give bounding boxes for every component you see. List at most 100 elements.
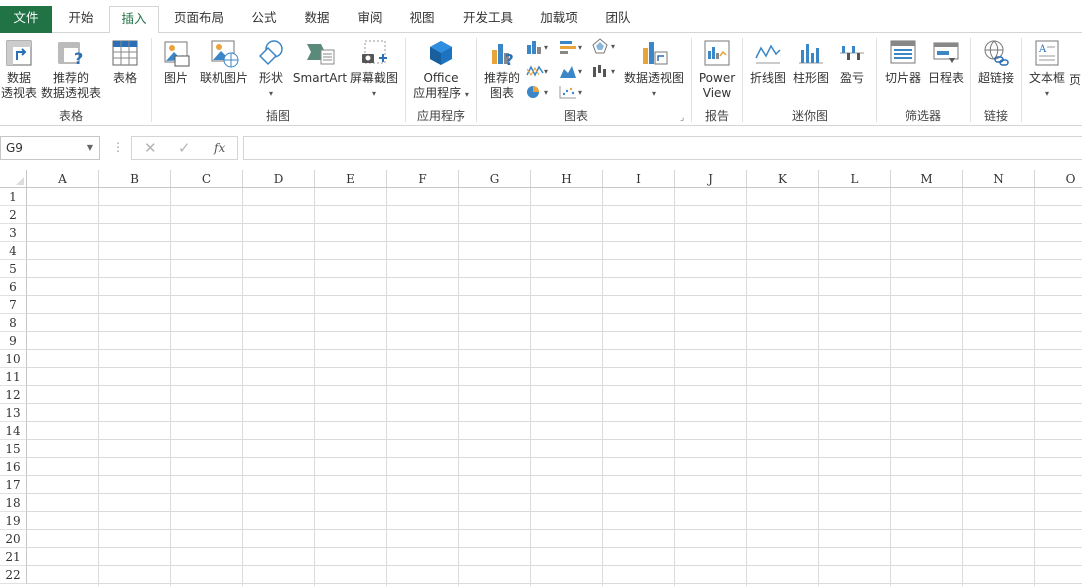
row-header[interactable]: 21 <box>0 548 27 566</box>
row-header[interactable]: 15 <box>0 440 27 458</box>
group-label-sparklines: 迷你图 <box>791 109 828 123</box>
recommended-charts-button[interactable]: ? 推荐的 图表 <box>481 38 523 101</box>
recommended-pivot-button[interactable]: ? 推荐的 数据透视表 <box>40 38 102 101</box>
area-chart-icon[interactable]: ▾ <box>558 63 586 79</box>
shapes-button[interactable]: 形状 ▾ <box>253 38 289 101</box>
row-header[interactable]: 12 <box>0 386 27 404</box>
slicer-button[interactable]: 切片器 <box>881 38 925 86</box>
chevron-down-icon: ▾ <box>268 89 273 98</box>
tab-formulas[interactable]: 公式 <box>240 6 288 33</box>
row-header[interactable]: 22 <box>0 566 27 584</box>
sparkline-column-icon <box>799 44 823 64</box>
radar-chart-icon[interactable]: ▾ <box>591 37 619 55</box>
row-header[interactable]: 17 <box>0 476 27 494</box>
group-divider <box>476 38 477 122</box>
screenshot-button[interactable]: 屏幕截图 ▾ <box>349 38 399 101</box>
insert-function-icon[interactable]: fx <box>214 141 225 155</box>
worksheet-grid: ABCDEFGHIJKLMNO 1 2 3 4 5 6 7 8 9 10 11 12 13 14 15 16 1… <box>0 170 1082 586</box>
hyperlink-button[interactable]: 超链接 <box>974 38 1018 86</box>
column-chart-icon[interactable]: ▾ <box>525 39 551 55</box>
more-icon[interactable]: ⋮ <box>112 140 124 154</box>
column-header[interactable]: F <box>387 170 459 188</box>
tab-review[interactable]: 审阅 <box>346 6 394 33</box>
cell-area[interactable] <box>27 188 1082 586</box>
online-picture-button[interactable]: 联机图片 <box>197 38 251 86</box>
table-icon <box>112 40 138 66</box>
formula-buttons: ✕ ✓ fx <box>131 136 238 160</box>
column-header[interactable]: A <box>27 170 99 188</box>
pivot-table-button[interactable]: 数据 透视表 <box>0 38 38 101</box>
svg-text:A: A <box>1038 44 1047 55</box>
power-view-button[interactable]: Power View <box>695 38 739 101</box>
row-header[interactable]: 4 <box>0 242 27 260</box>
tab-data[interactable]: 数据 <box>293 6 341 33</box>
tab-team[interactable]: 团队 <box>596 6 640 33</box>
row-header[interactable]: 6 <box>0 278 27 296</box>
row-header[interactable]: 18 <box>0 494 27 512</box>
tab-developer[interactable]: 开发工具 <box>455 6 521 33</box>
column-header[interactable]: H <box>531 170 603 188</box>
tab-view[interactable]: 视图 <box>398 6 446 33</box>
column-header[interactable]: L <box>819 170 891 188</box>
tab-page-layout[interactable]: 页面布局 <box>166 6 232 33</box>
smartart-button[interactable]: SmartArt <box>292 38 348 86</box>
table-button[interactable]: 表格 <box>106 38 144 86</box>
row-header[interactable]: 13 <box>0 404 27 422</box>
sparkline-winloss-button[interactable]: 盈亏 <box>834 38 870 86</box>
scatter-chart-icon[interactable]: ▾ <box>558 84 586 100</box>
timeline-icon <box>933 42 959 63</box>
column-header[interactable]: D <box>243 170 315 188</box>
row-header[interactable]: 2 <box>0 206 27 224</box>
sparkline-line-button[interactable]: 折线图 <box>747 38 789 86</box>
column-header[interactable]: E <box>315 170 387 188</box>
row-header[interactable]: 9 <box>0 332 27 350</box>
row-header[interactable]: 11 <box>0 368 27 386</box>
column-header[interactable]: B <box>99 170 171 188</box>
row-header[interactable]: 5 <box>0 260 27 278</box>
tab-file[interactable]: 文件 <box>0 6 52 33</box>
textbox-button[interactable]: A 文本框 ▾ <box>1026 38 1068 101</box>
sparkline-column-button[interactable]: 柱形图 <box>790 38 832 86</box>
row-header[interactable]: 14 <box>0 422 27 440</box>
column-header[interactable]: O <box>1035 170 1082 188</box>
chevron-down-icon[interactable]: ▼ <box>87 137 93 159</box>
tab-insert[interactable]: 插入 <box>109 6 159 34</box>
column-header[interactable]: J <box>675 170 747 188</box>
textbox-icon: A <box>1035 40 1059 66</box>
tab-home[interactable]: 开始 <box>56 6 106 33</box>
row-header[interactable]: 7 <box>0 296 27 314</box>
row-header[interactable]: 20 <box>0 530 27 548</box>
line-chart-icon[interactable]: ▾ <box>525 63 551 79</box>
row-header[interactable]: 3 <box>0 224 27 242</box>
column-header[interactable]: K <box>747 170 819 188</box>
svg-text:?: ? <box>505 51 514 68</box>
cancel-icon[interactable]: ✕ <box>144 139 157 157</box>
column-header[interactable]: C <box>171 170 243 188</box>
pie-chart-icon[interactable]: ▾ <box>525 84 551 100</box>
shapes-icon <box>258 40 283 66</box>
tab-addins[interactable]: 加载项 <box>530 6 588 33</box>
office-apps-button[interactable]: Office 应用程序 ▾ <box>410 38 472 102</box>
row-header[interactable]: 1 <box>0 188 27 206</box>
pivot-table-icon <box>6 40 32 66</box>
row-header[interactable]: 16 <box>0 458 27 476</box>
row-header[interactable]: 8 <box>0 314 27 332</box>
picture-button[interactable]: 图片 <box>157 38 195 86</box>
bar-chart-icon[interactable]: ▾ <box>558 39 586 55</box>
timeline-button[interactable]: 日程表 <box>925 38 967 86</box>
enter-icon[interactable]: ✓ <box>178 139 191 157</box>
row-header[interactable]: 10 <box>0 350 27 368</box>
column-header[interactable]: M <box>891 170 963 188</box>
name-box[interactable]: G9 ▼ <box>0 136 100 160</box>
header-footer-button[interactable]: 页 <box>1068 73 1082 88</box>
column-header[interactable]: G <box>459 170 531 188</box>
row-header[interactable]: 19 <box>0 512 27 530</box>
stock-chart-icon[interactable]: ▾ <box>591 63 619 79</box>
column-header[interactable]: I <box>603 170 675 188</box>
select-all-corner[interactable] <box>0 170 27 188</box>
pivot-chart-button[interactable]: 数据透视图 ▾ <box>622 38 686 101</box>
formula-input[interactable] <box>243 136 1082 160</box>
dialog-launcher-icon[interactable]: ⌟ <box>680 113 684 123</box>
recommended-pivot-icon: ? <box>58 42 83 68</box>
column-header[interactable]: N <box>963 170 1035 188</box>
